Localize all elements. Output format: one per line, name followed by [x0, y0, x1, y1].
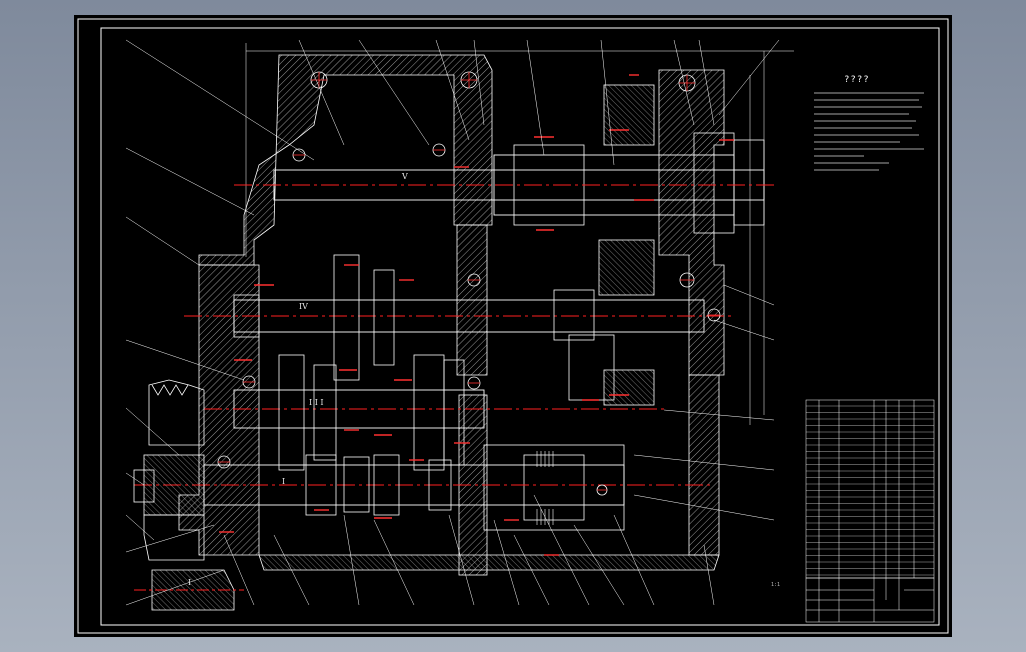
detail-view [134, 569, 244, 611]
notes-block [814, 92, 924, 171]
housing [178, 54, 725, 576]
shaft-label-iii: I I I [309, 398, 324, 407]
title-block [805, 577, 935, 623]
shaft-iii [204, 354, 664, 471]
notes-title: ???? [844, 75, 870, 85]
shaft-label-v: V [402, 172, 408, 181]
parts-list-table [805, 399, 935, 579]
pulley [133, 379, 205, 561]
shaft-label-iv: IV [299, 302, 308, 311]
assembly-drawing [77, 18, 949, 634]
cad-viewport[interactable]: ???? V IV I I I I I 1:1 [74, 15, 952, 637]
scale-label: 1:1 [771, 582, 781, 588]
detail-label-i: I [188, 578, 192, 587]
parts-list-rows [806, 405, 934, 576]
shaft-label-i: I [282, 477, 286, 486]
